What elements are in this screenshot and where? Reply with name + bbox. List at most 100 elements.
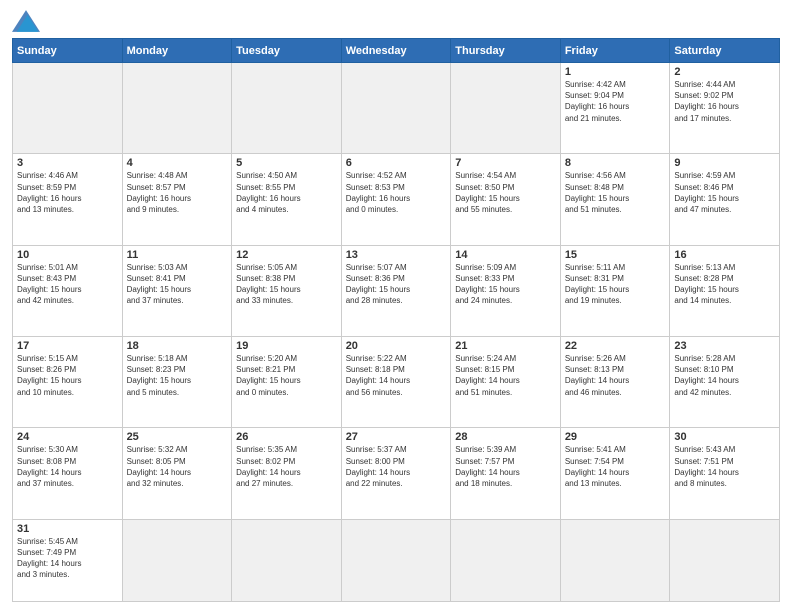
day-number: 14 — [455, 249, 556, 261]
calendar-cell: 5Sunrise: 4:50 AM Sunset: 8:55 PM Daylig… — [232, 154, 342, 245]
calendar-cell — [13, 63, 123, 154]
day-info: Sunrise: 5:15 AM Sunset: 8:26 PM Dayligh… — [17, 353, 118, 398]
calendar-cell: 6Sunrise: 4:52 AM Sunset: 8:53 PM Daylig… — [341, 154, 451, 245]
day-info: Sunrise: 4:50 AM Sunset: 8:55 PM Dayligh… — [236, 170, 337, 215]
calendar-cell: 30Sunrise: 5:43 AM Sunset: 7:51 PM Dayli… — [670, 428, 780, 519]
day-info: Sunrise: 5:35 AM Sunset: 8:02 PM Dayligh… — [236, 444, 337, 489]
weekday-header-thursday: Thursday — [451, 39, 561, 63]
day-info: Sunrise: 5:37 AM Sunset: 8:00 PM Dayligh… — [346, 444, 447, 489]
calendar-cell — [232, 63, 342, 154]
calendar-cell: 18Sunrise: 5:18 AM Sunset: 8:23 PM Dayli… — [122, 337, 232, 428]
day-number: 16 — [674, 249, 775, 261]
day-number: 15 — [565, 249, 666, 261]
calendar-cell: 16Sunrise: 5:13 AM Sunset: 8:28 PM Dayli… — [670, 245, 780, 336]
week-row-4: 17Sunrise: 5:15 AM Sunset: 8:26 PM Dayli… — [13, 337, 780, 428]
day-info: Sunrise: 5:24 AM Sunset: 8:15 PM Dayligh… — [455, 353, 556, 398]
day-info: Sunrise: 5:03 AM Sunset: 8:41 PM Dayligh… — [127, 262, 228, 307]
week-row-1: 1Sunrise: 4:42 AM Sunset: 9:04 PM Daylig… — [13, 63, 780, 154]
day-info: Sunrise: 5:45 AM Sunset: 7:49 PM Dayligh… — [17, 536, 118, 581]
calendar-cell: 8Sunrise: 4:56 AM Sunset: 8:48 PM Daylig… — [560, 154, 670, 245]
calendar-cell: 13Sunrise: 5:07 AM Sunset: 8:36 PM Dayli… — [341, 245, 451, 336]
day-info: Sunrise: 4:46 AM Sunset: 8:59 PM Dayligh… — [17, 170, 118, 215]
weekday-header-friday: Friday — [560, 39, 670, 63]
calendar-cell: 10Sunrise: 5:01 AM Sunset: 8:43 PM Dayli… — [13, 245, 123, 336]
day-number: 17 — [17, 340, 118, 352]
calendar-cell: 4Sunrise: 4:48 AM Sunset: 8:57 PM Daylig… — [122, 154, 232, 245]
day-info: Sunrise: 4:56 AM Sunset: 8:48 PM Dayligh… — [565, 170, 666, 215]
calendar-cell: 7Sunrise: 4:54 AM Sunset: 8:50 PM Daylig… — [451, 154, 561, 245]
day-info: Sunrise: 5:28 AM Sunset: 8:10 PM Dayligh… — [674, 353, 775, 398]
calendar-cell — [122, 519, 232, 601]
day-number: 29 — [565, 431, 666, 443]
calendar-cell: 22Sunrise: 5:26 AM Sunset: 8:13 PM Dayli… — [560, 337, 670, 428]
weekday-header-tuesday: Tuesday — [232, 39, 342, 63]
calendar-cell: 14Sunrise: 5:09 AM Sunset: 8:33 PM Dayli… — [451, 245, 561, 336]
day-number: 24 — [17, 431, 118, 443]
day-info: Sunrise: 5:39 AM Sunset: 7:57 PM Dayligh… — [455, 444, 556, 489]
day-number: 25 — [127, 431, 228, 443]
day-number: 10 — [17, 249, 118, 261]
day-number: 7 — [455, 157, 556, 169]
day-number: 12 — [236, 249, 337, 261]
day-info: Sunrise: 4:44 AM Sunset: 9:02 PM Dayligh… — [674, 79, 775, 124]
calendar-cell: 19Sunrise: 5:20 AM Sunset: 8:21 PM Dayli… — [232, 337, 342, 428]
day-number: 5 — [236, 157, 337, 169]
week-row-5: 24Sunrise: 5:30 AM Sunset: 8:08 PM Dayli… — [13, 428, 780, 519]
header — [12, 10, 780, 32]
day-info: Sunrise: 4:54 AM Sunset: 8:50 PM Dayligh… — [455, 170, 556, 215]
day-number: 9 — [674, 157, 775, 169]
day-info: Sunrise: 5:05 AM Sunset: 8:38 PM Dayligh… — [236, 262, 337, 307]
day-info: Sunrise: 5:43 AM Sunset: 7:51 PM Dayligh… — [674, 444, 775, 489]
calendar-table: SundayMondayTuesdayWednesdayThursdayFrid… — [12, 38, 780, 602]
calendar-cell — [451, 519, 561, 601]
day-number: 30 — [674, 431, 775, 443]
calendar-cell: 11Sunrise: 5:03 AM Sunset: 8:41 PM Dayli… — [122, 245, 232, 336]
day-info: Sunrise: 5:22 AM Sunset: 8:18 PM Dayligh… — [346, 353, 447, 398]
calendar-cell: 2Sunrise: 4:44 AM Sunset: 9:02 PM Daylig… — [670, 63, 780, 154]
weekday-header-wednesday: Wednesday — [341, 39, 451, 63]
day-info: Sunrise: 5:30 AM Sunset: 8:08 PM Dayligh… — [17, 444, 118, 489]
day-info: Sunrise: 5:41 AM Sunset: 7:54 PM Dayligh… — [565, 444, 666, 489]
weekday-header-row: SundayMondayTuesdayWednesdayThursdayFrid… — [13, 39, 780, 63]
day-number: 27 — [346, 431, 447, 443]
day-number: 23 — [674, 340, 775, 352]
day-number: 21 — [455, 340, 556, 352]
calendar-cell — [341, 63, 451, 154]
day-number: 19 — [236, 340, 337, 352]
calendar-cell: 28Sunrise: 5:39 AM Sunset: 7:57 PM Dayli… — [451, 428, 561, 519]
day-number: 8 — [565, 157, 666, 169]
calendar-cell: 31Sunrise: 5:45 AM Sunset: 7:49 PM Dayli… — [13, 519, 123, 601]
day-info: Sunrise: 4:52 AM Sunset: 8:53 PM Dayligh… — [346, 170, 447, 215]
calendar-cell: 3Sunrise: 4:46 AM Sunset: 8:59 PM Daylig… — [13, 154, 123, 245]
calendar-cell — [122, 63, 232, 154]
calendar-cell: 27Sunrise: 5:37 AM Sunset: 8:00 PM Dayli… — [341, 428, 451, 519]
week-row-3: 10Sunrise: 5:01 AM Sunset: 8:43 PM Dayli… — [13, 245, 780, 336]
calendar-cell: 21Sunrise: 5:24 AM Sunset: 8:15 PM Dayli… — [451, 337, 561, 428]
calendar-cell — [341, 519, 451, 601]
calendar-cell: 23Sunrise: 5:28 AM Sunset: 8:10 PM Dayli… — [670, 337, 780, 428]
day-info: Sunrise: 5:20 AM Sunset: 8:21 PM Dayligh… — [236, 353, 337, 398]
day-info: Sunrise: 4:59 AM Sunset: 8:46 PM Dayligh… — [674, 170, 775, 215]
day-info: Sunrise: 5:32 AM Sunset: 8:05 PM Dayligh… — [127, 444, 228, 489]
day-info: Sunrise: 5:11 AM Sunset: 8:31 PM Dayligh… — [565, 262, 666, 307]
calendar-cell: 26Sunrise: 5:35 AM Sunset: 8:02 PM Dayli… — [232, 428, 342, 519]
calendar-cell: 1Sunrise: 4:42 AM Sunset: 9:04 PM Daylig… — [560, 63, 670, 154]
day-info: Sunrise: 5:26 AM Sunset: 8:13 PM Dayligh… — [565, 353, 666, 398]
logo — [12, 10, 44, 32]
day-number: 18 — [127, 340, 228, 352]
calendar-cell — [560, 519, 670, 601]
calendar-cell: 17Sunrise: 5:15 AM Sunset: 8:26 PM Dayli… — [13, 337, 123, 428]
day-number: 3 — [17, 157, 118, 169]
calendar-cell: 20Sunrise: 5:22 AM Sunset: 8:18 PM Dayli… — [341, 337, 451, 428]
week-row-6: 31Sunrise: 5:45 AM Sunset: 7:49 PM Dayli… — [13, 519, 780, 601]
page: SundayMondayTuesdayWednesdayThursdayFrid… — [0, 0, 792, 612]
calendar-cell: 9Sunrise: 4:59 AM Sunset: 8:46 PM Daylig… — [670, 154, 780, 245]
day-number: 20 — [346, 340, 447, 352]
week-row-2: 3Sunrise: 4:46 AM Sunset: 8:59 PM Daylig… — [13, 154, 780, 245]
day-info: Sunrise: 5:18 AM Sunset: 8:23 PM Dayligh… — [127, 353, 228, 398]
day-number: 28 — [455, 431, 556, 443]
calendar-cell: 15Sunrise: 5:11 AM Sunset: 8:31 PM Dayli… — [560, 245, 670, 336]
calendar-cell — [232, 519, 342, 601]
day-number: 22 — [565, 340, 666, 352]
day-number: 6 — [346, 157, 447, 169]
